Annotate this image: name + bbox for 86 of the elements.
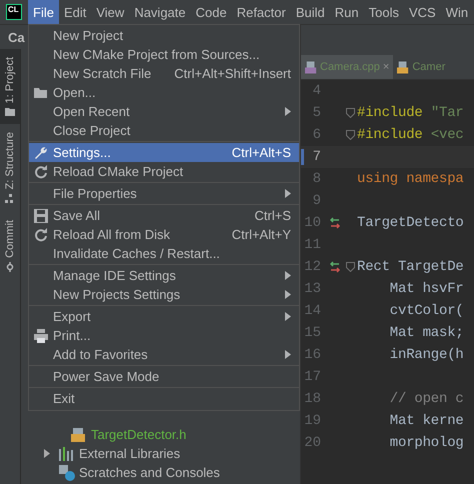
line-number: 17: [303, 369, 322, 385]
wrench-icon: [34, 146, 48, 160]
code-line: Mat mask;: [388, 325, 464, 341]
menu-item[interactable]: Tools: [364, 0, 404, 24]
line-number: 16: [303, 347, 322, 363]
reload-icon: [34, 228, 48, 242]
line-number: 19: [303, 413, 322, 429]
menu-item[interactable]: Run: [330, 0, 364, 24]
tool-window-tab[interactable]: Commit: [0, 212, 20, 280]
menu-item[interactable]: File Properties: [29, 184, 299, 203]
menu-item[interactable]: Build: [290, 0, 330, 24]
commit-icon: [5, 262, 15, 272]
menu-item[interactable]: Edit: [58, 0, 92, 24]
menu-item[interactable]: Add to Favorites: [29, 345, 299, 364]
code-line: // open c: [388, 391, 464, 407]
override-marker-icon[interactable]: [329, 217, 341, 229]
menu-item[interactable]: Navigate: [129, 0, 191, 24]
library-icon: [59, 446, 75, 460]
fold-icon[interactable]: [346, 262, 354, 272]
menu-item[interactable]: Export: [29, 307, 299, 326]
menu-item[interactable]: Win: [440, 0, 474, 24]
line-number: 9: [312, 193, 322, 209]
menu-item[interactable]: Exit: [29, 389, 299, 408]
menu-item[interactable]: Refactor: [232, 0, 291, 24]
line-number: 4: [312, 83, 322, 99]
header-file-icon: [71, 428, 87, 442]
save-icon: [34, 208, 48, 222]
line-number: 15: [303, 325, 322, 341]
code-line: morpholog: [388, 435, 464, 451]
menu-item[interactable]: Manage IDE Settings: [29, 266, 299, 285]
menu-item[interactable]: Invalidate Caches / Restart...: [29, 244, 299, 263]
code-line: using namespa: [357, 171, 464, 187]
menu-item[interactable]: Open Recent: [29, 102, 299, 121]
menu-item[interactable]: Open...: [29, 83, 299, 102]
menu-item[interactable]: View: [91, 0, 130, 24]
line-number: 14: [303, 303, 322, 319]
fold-icon[interactable]: [346, 130, 354, 140]
line-number: 5: [312, 105, 322, 121]
expand-arrow-icon[interactable]: [43, 449, 51, 458]
code-line: Mat hsvFr: [388, 281, 464, 297]
menu-item[interactable]: Settings... Ctrl+Alt+S: [29, 143, 299, 162]
fold-icon[interactable]: [346, 108, 354, 118]
tree-item[interactable]: TargetDetector.h: [91, 427, 186, 442]
line-number: 18: [303, 391, 322, 407]
line-number: 8: [312, 171, 322, 187]
menu-item[interactable]: Reload CMake Project: [29, 162, 299, 181]
code-line: Rect TargetDe: [357, 259, 464, 275]
menu-item[interactable]: New CMake Project from Sources...: [29, 45, 299, 64]
line-number: 13: [303, 281, 322, 297]
code-line: TargetDetecto: [357, 215, 464, 231]
menu-item[interactable]: Code: [190, 0, 232, 24]
line-number: 10: [303, 215, 322, 231]
header-file-icon: [397, 60, 410, 74]
panel-title: Ca: [8, 30, 25, 44]
tool-window-tab[interactable]: 1: Project: [0, 49, 20, 124]
tree-item[interactable]: Scratches and Consoles: [79, 465, 220, 480]
menu-item[interactable]: Power Save Mode: [29, 367, 299, 386]
menu-item[interactable]: New Project: [29, 26, 299, 45]
menu-item[interactable]: VCS: [404, 0, 441, 24]
cpp-file-icon: [305, 60, 317, 74]
menu-item[interactable]: Print...: [29, 326, 299, 345]
reload-icon: [34, 164, 48, 178]
menu-item[interactable]: New Scratch File Ctrl+Alt+Shift+Insert: [29, 64, 299, 83]
menu-item[interactable]: Close Project: [29, 121, 299, 140]
printer-icon: [34, 328, 48, 342]
code-line: cvtColor(: [388, 303, 464, 319]
line-number: 11: [303, 237, 322, 253]
menu-item[interactable]: File: [28, 0, 59, 24]
tree-item[interactable]: External Libraries: [79, 446, 180, 461]
app-logo[interactable]: CL: [6, 4, 22, 20]
structure-icon: [5, 194, 15, 204]
menu-item[interactable]: Save All Ctrl+S: [29, 206, 299, 225]
code-line: Mat kerne: [388, 413, 464, 429]
code-line: #include "Tar: [357, 105, 464, 121]
scratches-icon: [59, 464, 75, 480]
code-line: inRange(h: [388, 347, 464, 363]
code-line: #include <vec: [357, 127, 464, 143]
line-number: 12: [303, 259, 322, 275]
line-number: 20: [303, 435, 322, 451]
menu-item[interactable]: New Projects Settings: [29, 285, 299, 304]
folder-icon: [5, 107, 15, 116]
line-number: 6: [312, 127, 322, 143]
menu-item[interactable]: Reload All from Disk Ctrl+Alt+Y: [29, 225, 299, 244]
tool-window-tab[interactable]: Z: Structure: [0, 124, 20, 212]
folder-icon: [34, 86, 48, 98]
override-marker-icon[interactable]: [329, 261, 341, 273]
